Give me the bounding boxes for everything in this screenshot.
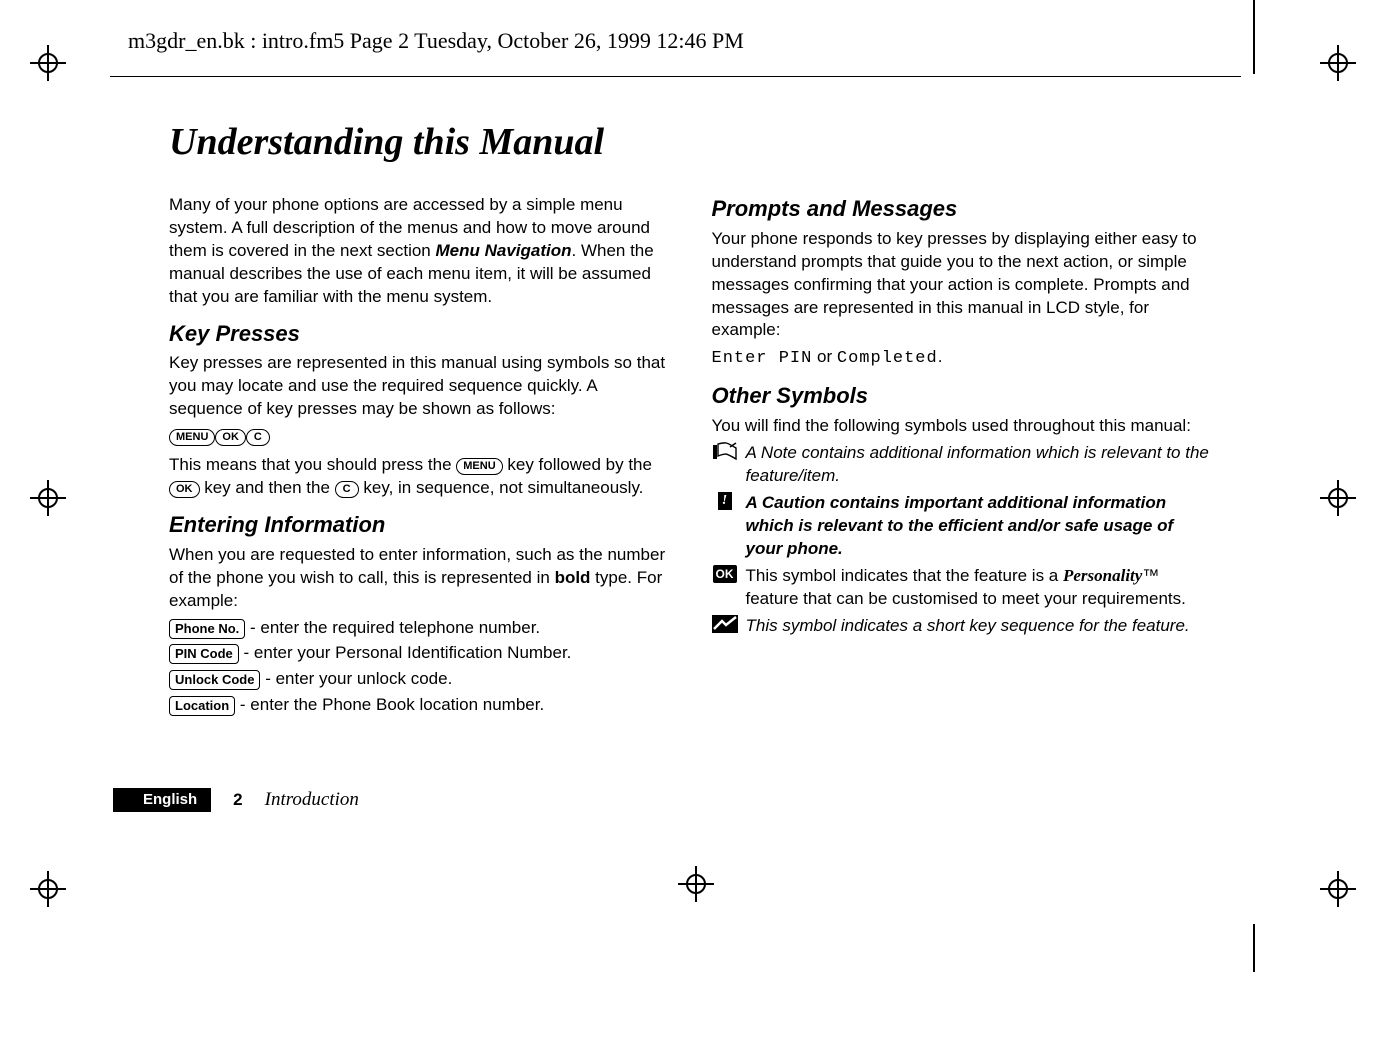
entry-line: PIN Code - enter your Personal Identific…: [169, 642, 667, 665]
lcd-or: or: [812, 347, 837, 366]
pin-code-label: PIN Code: [169, 644, 239, 664]
seq-text-4: key, in sequence, not simultaneously.: [359, 478, 644, 497]
trademark: ™: [1142, 566, 1159, 585]
personality-ok-icon: OK: [712, 565, 738, 611]
heading-entering-information: Entering Information: [169, 510, 667, 540]
c-key-icon: C: [246, 429, 270, 446]
section-name: Introduction: [265, 789, 359, 811]
entry-desc: - enter your Personal Identification Num…: [239, 643, 572, 662]
caution-icon: !: [712, 492, 738, 561]
registration-mark: [30, 45, 66, 81]
header-rule: [110, 76, 1241, 77]
menu-navigation-ref: Menu Navigation: [435, 241, 571, 260]
language-label: English: [113, 788, 211, 812]
personality-symbol-row: OK This symbol indicates that the featur…: [712, 565, 1210, 611]
caution-symbol-row: ! A Caution contains important additiona…: [712, 492, 1210, 561]
bold-word: bold: [555, 568, 591, 587]
ok-key-icon: OK: [215, 429, 246, 446]
entry-desc: - enter the required telephone number.: [245, 618, 540, 637]
registration-mark: [678, 866, 714, 902]
page-title: Understanding this Manual: [169, 120, 1209, 164]
menu-key-icon: MENU: [456, 458, 502, 475]
heading-prompts-messages: Prompts and Messages: [712, 194, 1210, 224]
registration-mark: [1320, 871, 1356, 907]
phone-no-label: Phone No.: [169, 619, 245, 639]
seq-text-2: key followed by the: [503, 455, 652, 474]
registration-mark: [30, 480, 66, 516]
other-symbols-intro: You will find the following symbols used…: [712, 415, 1210, 438]
registration-mark: [1320, 480, 1356, 516]
lcd-text: Enter PIN: [712, 349, 813, 368]
prompts-paragraph: Your phone responds to key presses by di…: [712, 228, 1210, 343]
entry-desc: - enter your unlock code.: [260, 669, 452, 688]
right-column: Prompts and Messages Your phone responds…: [712, 194, 1210, 720]
heading-key-presses: Key Presses: [169, 319, 667, 349]
ok-key-icon: OK: [169, 481, 200, 498]
heading-other-symbols: Other Symbols: [712, 381, 1210, 411]
caution-text: A Caution contains important additional …: [746, 492, 1210, 561]
crop-tick: [1253, 0, 1255, 74]
entering-paragraph: When you are requested to enter informat…: [169, 544, 667, 613]
caution-bang-icon: !: [718, 492, 732, 510]
menu-key-icon: MENU: [169, 429, 215, 446]
personality-word: Personality: [1063, 566, 1142, 585]
shortcut-text: This symbol indicates a short key sequen…: [746, 615, 1210, 638]
personality-text: This symbol indicates that the feature i…: [746, 565, 1210, 611]
entry-line: Phone No. - enter the required telephone…: [169, 617, 667, 640]
key-presses-paragraph: Key presses are represented in this manu…: [169, 352, 667, 421]
unlock-code-label: Unlock Code: [169, 670, 260, 690]
registration-mark: [1320, 45, 1356, 81]
crop-tick: [1253, 924, 1255, 972]
key-sequence-example: MENUOKC: [169, 425, 667, 448]
registration-mark: [30, 871, 66, 907]
shortcut-icon: [712, 615, 738, 638]
running-header: m3gdr_en.bk : intro.fm5 Page 2 Tuesday, …: [128, 28, 744, 54]
ok-badge-icon: OK: [713, 565, 737, 583]
location-label: Location: [169, 696, 235, 716]
note-symbol-row: A Note contains additional information w…: [712, 442, 1210, 488]
ok-text-1: This symbol indicates that the feature i…: [746, 566, 1064, 585]
shortcut-symbol-row: This symbol indicates a short key sequen…: [712, 615, 1210, 638]
lcd-text: Completed: [837, 349, 938, 368]
lcd-period: .: [938, 347, 943, 366]
seq-text-3: key and then the: [200, 478, 335, 497]
c-key-icon: C: [335, 481, 359, 498]
note-text: A Note contains additional information w…: [746, 442, 1210, 488]
note-icon: [712, 442, 738, 488]
entry-line: Unlock Code - enter your unlock code.: [169, 668, 667, 691]
entry-line: Location - enter the Phone Book location…: [169, 694, 667, 717]
left-column: Many of your phone options are accessed …: [169, 194, 667, 720]
page-number: 2: [233, 790, 242, 810]
ok-text-2: feature that can be customised to meet y…: [746, 589, 1186, 608]
entry-desc: - enter the Phone Book location number.: [235, 695, 544, 714]
key-sequence-explanation: This means that you should press the MEN…: [169, 454, 667, 500]
seq-text-1: This means that you should press the: [169, 455, 456, 474]
intro-paragraph: Many of your phone options are accessed …: [169, 194, 667, 309]
lcd-example: Enter PIN or Completed.: [712, 346, 1210, 371]
page-footer: English 2 Introduction: [113, 788, 713, 812]
